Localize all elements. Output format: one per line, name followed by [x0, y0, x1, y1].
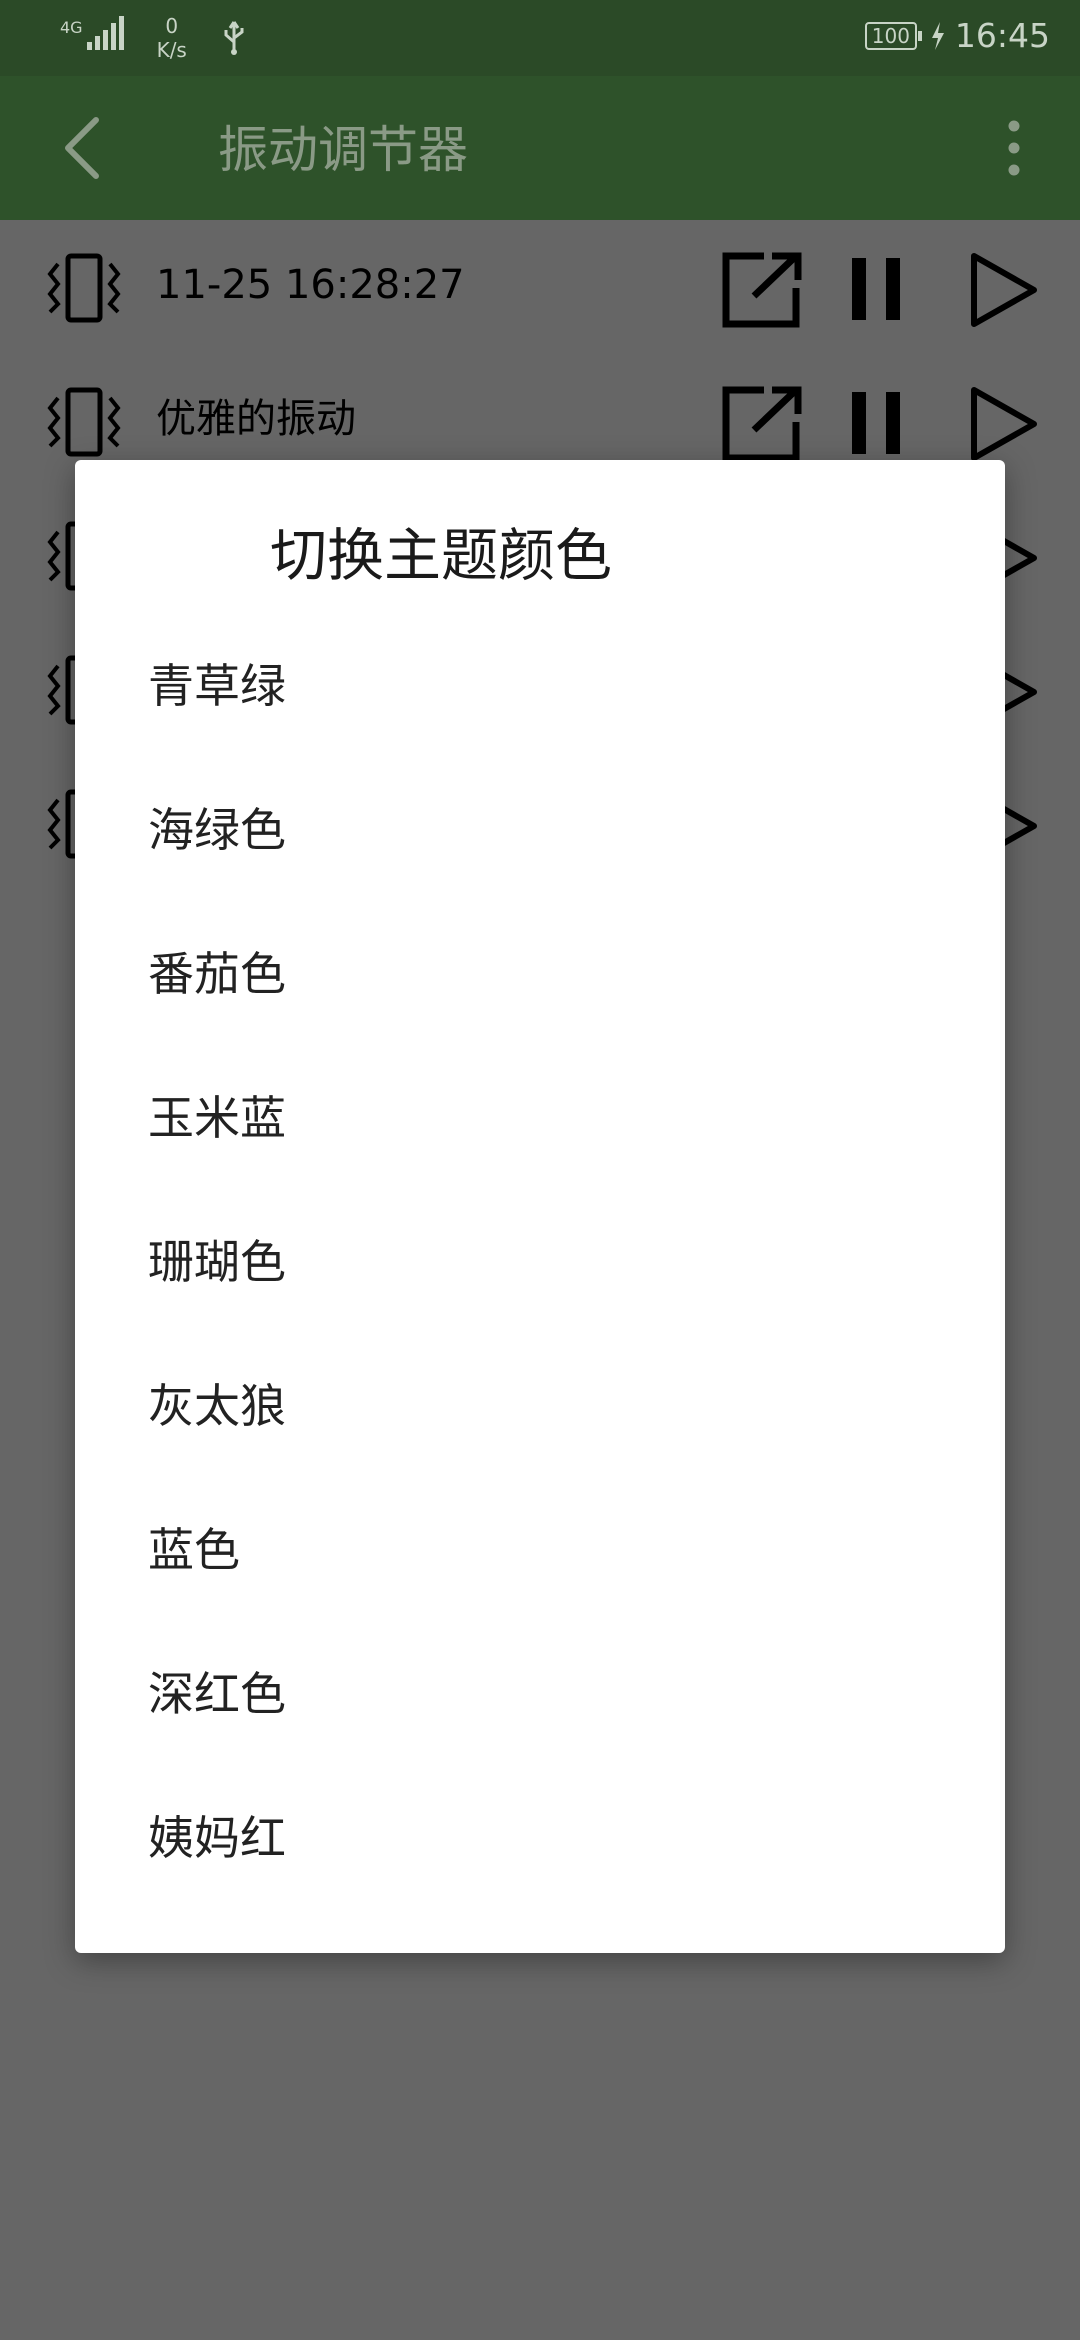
play-icon[interactable] — [964, 250, 1044, 330]
theme-option[interactable]: 灰太狼 — [75, 1346, 1005, 1490]
network-speed: 0 K/s — [157, 14, 187, 62]
back-arrow-icon[interactable] — [52, 114, 112, 182]
vibration-item[interactable]: 11-25 16:28:27 — [0, 220, 1080, 354]
theme-option[interactable]: 姨妈红 — [75, 1778, 1005, 1922]
play-icon[interactable] — [964, 384, 1044, 464]
status-right: 100 16:45 — [864, 16, 1050, 56]
signal-icon — [86, 14, 127, 50]
page-title: 振动调节器 — [218, 121, 468, 179]
theme-option[interactable]: 青草绿 — [75, 626, 1005, 770]
theme-color-dialog: 切换主题颜色 青草绿 海绿色 番茄色 玉米蓝 珊瑚色 灰太狼 蓝色 深红色 姨妈… — [75, 460, 1005, 1953]
pause-icon[interactable] — [848, 388, 904, 458]
clock: 16:45 — [954, 16, 1050, 55]
theme-option[interactable]: 珊瑚色 — [75, 1202, 1005, 1346]
usb-icon — [224, 21, 244, 55]
theme-option[interactable]: 蓝色 — [75, 1490, 1005, 1634]
share-icon[interactable] — [720, 250, 804, 330]
vibration-label: 11-25 16:28:27 — [156, 262, 465, 308]
share-icon[interactable] — [720, 384, 804, 464]
vibration-actions — [720, 384, 1080, 464]
more-vert-icon[interactable] — [990, 116, 1038, 180]
dialog-title: 切换主题颜色 — [270, 523, 612, 589]
theme-option[interactable]: 海绿色 — [75, 770, 1005, 914]
theme-option[interactable]: 番茄色 — [75, 914, 1005, 1058]
theme-option-list: 青草绿 海绿色 番茄色 玉米蓝 珊瑚色 灰太狼 蓝色 深红色 姨妈红 — [75, 626, 1005, 1922]
theme-option[interactable]: 玉米蓝 — [75, 1058, 1005, 1202]
pause-icon[interactable] — [848, 254, 904, 324]
vibration-actions — [720, 250, 1080, 330]
app-bar: 振动调节器 — [0, 76, 1080, 220]
charging-icon — [931, 22, 944, 50]
status-bar: 4G 0 K/s 100 16:45 — [0, 0, 1080, 76]
vibration-icon — [47, 253, 121, 323]
vibration-icon — [47, 387, 121, 457]
status-left: 4G 0 K/s — [60, 14, 247, 62]
battery-icon: 100 — [864, 22, 922, 50]
network-speed-unit: K/s — [156, 38, 187, 62]
theme-option[interactable]: 深红色 — [75, 1634, 1005, 1778]
network-type: 4G — [60, 18, 83, 37]
vibration-label: 优雅的振动 — [156, 396, 356, 442]
network-speed-value: 0 — [165, 14, 179, 38]
battery-level: 100 — [871, 24, 910, 48]
